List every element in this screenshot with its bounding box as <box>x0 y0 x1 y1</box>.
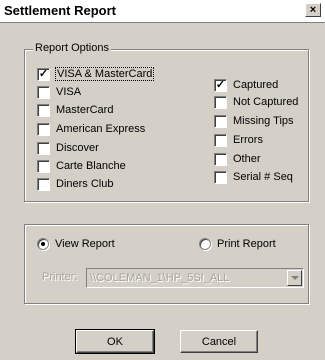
checkbox-mastercard[interactable]: MasterCard <box>37 102 113 118</box>
checkmark-icon: ✓ <box>215 78 226 91</box>
radio-label: Print Report <box>217 238 276 250</box>
checkmark-icon: ✓ <box>38 67 49 80</box>
checkbox-diners-club[interactable]: Diners Club <box>37 176 113 192</box>
checkbox-label: VISA <box>56 86 82 98</box>
checkbox-label: Discover <box>56 142 99 154</box>
checkbox-box[interactable] <box>214 170 227 184</box>
checkbox-label: Missing Tips <box>233 115 294 127</box>
cancel-button-label: Cancel <box>201 335 237 348</box>
dialog-body: Report Options ✓ VISA & MasterCard VISA … <box>0 22 325 360</box>
ok-button-label: OK <box>107 335 123 348</box>
radio-button[interactable] <box>199 238 211 250</box>
dropdown-button <box>287 270 302 286</box>
checkbox-box[interactable]: ✓ <box>214 78 227 92</box>
checkbox-box[interactable] <box>37 141 50 155</box>
checkbox-errors[interactable]: Errors <box>214 132 263 148</box>
checkbox-box[interactable]: ✓ <box>37 67 50 81</box>
ok-button[interactable]: OK <box>75 329 155 354</box>
checkbox-label: Carte Blanche <box>56 160 126 172</box>
checkbox-other[interactable]: Other <box>214 151 261 167</box>
checkbox-carte-blanche[interactable]: Carte Blanche <box>37 158 126 174</box>
checkbox-american-express[interactable]: American Express <box>37 121 145 137</box>
report-options-label: Report Options <box>33 42 111 54</box>
close-icon: × <box>309 3 317 16</box>
checkbox-label: Captured <box>233 79 279 91</box>
radio-selected-dot <box>41 242 45 246</box>
checkbox-discover[interactable]: Discover <box>37 140 99 156</box>
checkbox-label: Not Captured <box>233 96 299 108</box>
checkbox-box[interactable] <box>214 95 227 109</box>
checkbox-box[interactable] <box>37 85 50 99</box>
checkbox-label: Diners Club <box>56 178 114 190</box>
checkbox-label: Other <box>233 153 261 165</box>
printer-value: \\COLEMAN_1\HP_5SI_ALL <box>90 272 230 284</box>
radio-label: View Report <box>55 238 115 250</box>
radio-print-report[interactable]: Print Report <box>199 236 276 252</box>
checkbox-label: Serial # Seq <box>233 171 293 183</box>
printer-label: Printer: <box>42 271 78 283</box>
checkbox-serial-seq[interactable]: Serial # Seq <box>214 169 293 185</box>
checkbox-visa[interactable]: VISA <box>37 84 81 100</box>
radio-button[interactable] <box>37 238 49 250</box>
cancel-button[interactable]: Cancel <box>180 330 258 353</box>
window-title: Settlement Report <box>4 3 116 18</box>
title-bar: Settlement Report × <box>0 0 325 23</box>
checkbox-label: Errors <box>233 134 263 146</box>
checkbox-box[interactable] <box>214 114 227 128</box>
checkbox-label: VISA & MasterCard <box>54 67 155 81</box>
checkbox-box[interactable] <box>37 177 50 191</box>
radio-view-report[interactable]: View Report <box>37 236 115 252</box>
checkbox-label: American Express <box>56 123 146 135</box>
checkbox-box[interactable] <box>37 103 50 117</box>
checkbox-visa-mastercard[interactable]: ✓ VISA & MasterCard <box>37 66 155 82</box>
checkbox-captured[interactable]: ✓ Captured <box>214 77 278 93</box>
checkbox-box[interactable] <box>214 152 227 166</box>
close-button[interactable]: × <box>305 3 321 17</box>
chevron-down-icon <box>290 276 299 280</box>
checkbox-label: MasterCard <box>56 104 114 116</box>
checkbox-missing-tips[interactable]: Missing Tips <box>214 113 294 129</box>
checkbox-box[interactable] <box>214 133 227 147</box>
checkbox-box[interactable] <box>37 122 50 136</box>
printer-select: \\COLEMAN_1\HP_5SI_ALL <box>86 268 304 288</box>
checkbox-not-captured[interactable]: Not Captured <box>214 94 298 110</box>
checkbox-box[interactable] <box>37 159 50 173</box>
